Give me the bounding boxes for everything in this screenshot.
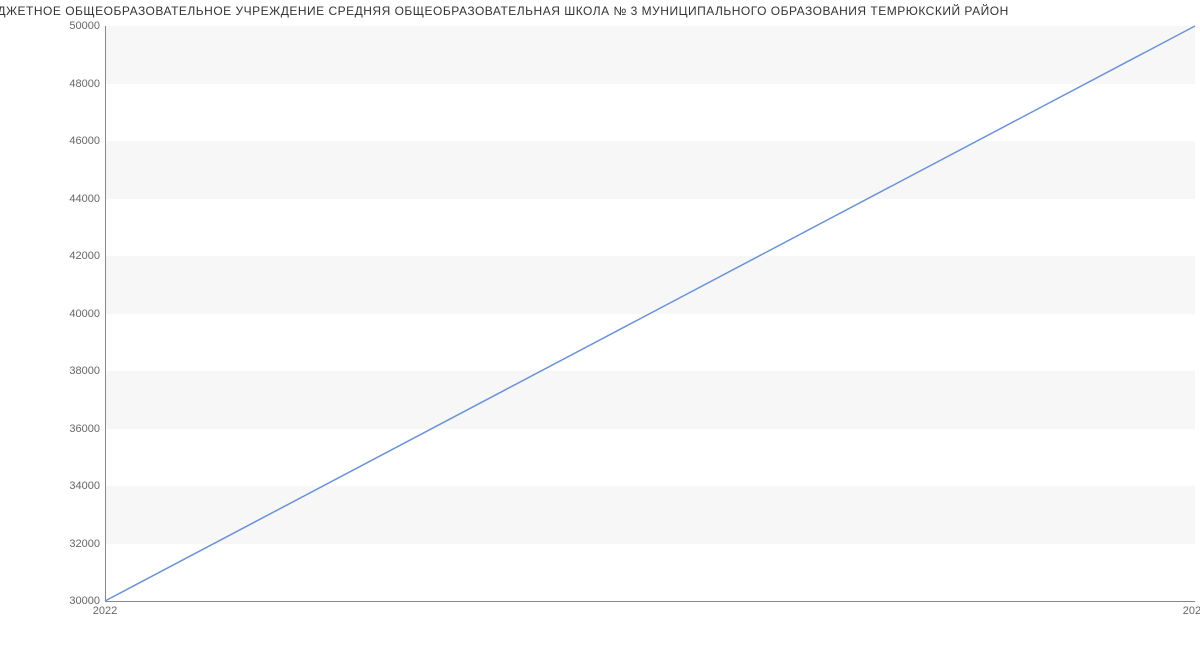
line-series <box>105 26 1195 601</box>
y-tick-label: 48000 <box>69 78 100 90</box>
y-tick-label: 40000 <box>69 308 100 320</box>
x-axis <box>105 601 1195 602</box>
x-tick-label: 2024 <box>1183 605 1200 617</box>
y-tick-label: 36000 <box>69 423 100 435</box>
y-tick-label: 50000 <box>69 20 100 32</box>
y-tick-label: 38000 <box>69 365 100 377</box>
y-tick-label: 44000 <box>69 193 100 205</box>
y-tick-label: 46000 <box>69 135 100 147</box>
chart-title: АЛЬНОЕ БЮДЖЕТНОЕ ОБЩЕОБРАЗОВАТЕЛЬНОЕ УЧР… <box>0 0 1200 22</box>
y-tick-label: 34000 <box>69 480 100 492</box>
y-tick-label: 32000 <box>69 538 100 550</box>
y-tick-label: 42000 <box>69 250 100 262</box>
x-tick-label: 2022 <box>93 605 117 617</box>
